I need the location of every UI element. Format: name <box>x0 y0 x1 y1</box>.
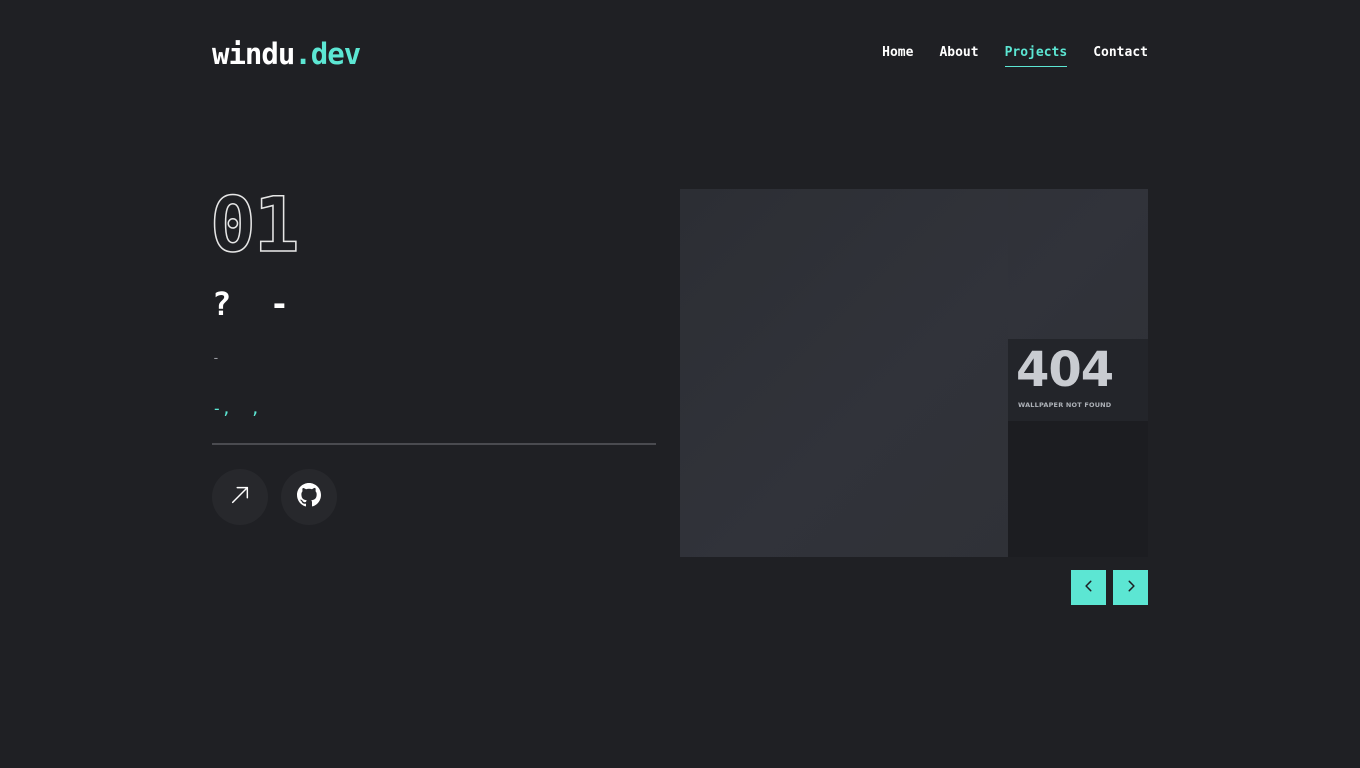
not-found-sign: 404 WALLPAPER NOT FOUND <box>1008 339 1148 421</box>
site-logo[interactable]: windu.dev <box>212 36 361 72</box>
divider <box>212 443 656 445</box>
nav-about[interactable]: About <box>939 44 978 67</box>
chevron-left-icon <box>1082 578 1096 597</box>
next-project-button[interactable] <box>1113 570 1148 605</box>
main-nav: Home About Projects Contact <box>882 44 1148 67</box>
project-tech-stack: -, , <box>212 399 261 418</box>
nav-projects[interactable]: Projects <box>1004 44 1068 67</box>
chevron-right-icon <box>1124 578 1138 597</box>
github-button[interactable] <box>281 469 337 525</box>
project-title: ? - <box>212 285 290 323</box>
arrow-up-right-icon <box>229 484 251 510</box>
live-link-button[interactable] <box>212 469 268 525</box>
sign-caption: WALLPAPER NOT FOUND <box>1018 401 1112 409</box>
project-description: - <box>212 351 220 366</box>
logo-tld: .dev <box>294 37 361 71</box>
previous-project-button[interactable] <box>1071 570 1106 605</box>
sign-code: 404 <box>1016 342 1114 398</box>
nav-home[interactable]: Home <box>882 44 913 67</box>
github-icon <box>297 483 321 511</box>
logo-brand: windu <box>212 37 295 71</box>
project-number: 01 <box>209 179 300 270</box>
project-preview-image: 404 WALLPAPER NOT FOUND <box>680 189 1148 557</box>
nav-contact[interactable]: Contact <box>1093 44 1148 67</box>
